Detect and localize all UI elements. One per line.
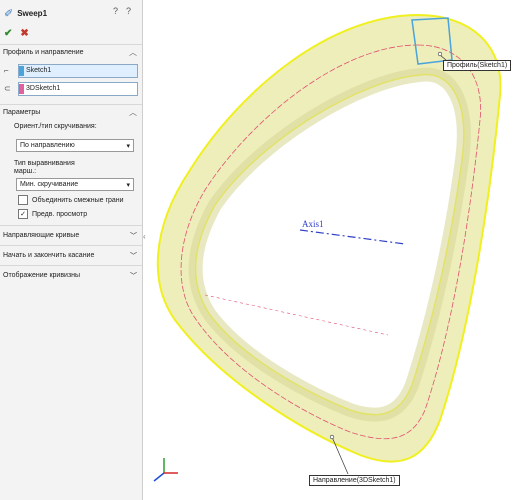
orient-label: Ориент./тип скручивания:: [14, 123, 97, 130]
section-guide-curves[interactable]: Направляющие кривые ﹀: [0, 225, 142, 245]
cancel-button[interactable]: ✖: [20, 28, 28, 39]
path-icon: ⊂: [4, 84, 11, 93]
path-value: 3DSketch1: [26, 85, 61, 92]
orient-value: По направлению: [20, 142, 75, 149]
profile-callout-point: [437, 51, 443, 57]
section-start-end-label: Начать и закончить касание: [3, 252, 95, 259]
action-row: ✔ ✖: [0, 26, 142, 40]
section-curvature-label: Отображение кривизны: [3, 272, 81, 279]
chevron-up-icon: ︿: [129, 108, 137, 117]
path-selection-row: ⊂ 3DSketch1: [4, 81, 138, 96]
orient-dropdown[interactable]: По направлению ▾: [16, 139, 134, 152]
preview-label: Предв. просмотр: [32, 210, 88, 218]
dropdown-arrow-icon: ▾: [126, 142, 130, 150]
align-label-2: марш.:: [14, 168, 37, 175]
merge-faces-checkbox[interactable]: [18, 195, 28, 205]
merge-faces-checkbox-row[interactable]: Объединить смежные грани: [18, 195, 142, 205]
merge-faces-label: Объединить смежные грани: [32, 196, 124, 204]
path-callout[interactable]: Направление(3DSketch1): [309, 475, 400, 486]
path-callout-point: [329, 434, 335, 440]
path-color-swatch: [19, 83, 24, 94]
section-guide-curves-label: Направляющие кривые: [3, 232, 80, 239]
profile-color-swatch: [19, 65, 24, 76]
section-params[interactable]: Параметры ︿: [0, 104, 142, 120]
graphics-viewport[interactable]: Axis1: [144, 0, 524, 500]
preview-checkbox[interactable]: ✓: [18, 209, 28, 219]
chevron-up-icon: ︿: [129, 48, 137, 57]
path-selection-box[interactable]: 3DSketch1: [18, 81, 138, 96]
property-manager: ✐ Sweep1 ? ? ✔ ✖ Профиль и направление ︿…: [0, 0, 143, 500]
detailed-help-icon[interactable]: ?: [113, 6, 118, 16]
section-profile-path-label: Профиль и направление: [3, 49, 84, 56]
section-profile-path[interactable]: Профиль и направление ︿: [0, 44, 142, 60]
preview-checkbox-row[interactable]: ✓ Предв. просмотр: [18, 209, 142, 219]
triad-z-axis: [153, 472, 165, 482]
coordinate-triad: [153, 458, 178, 482]
section-params-label: Параметры: [3, 109, 41, 116]
ok-button[interactable]: ✔: [4, 28, 12, 39]
help-icon[interactable]: ?: [126, 6, 131, 16]
chevron-down-icon: ﹀: [130, 252, 137, 260]
section-curvature-display[interactable]: Отображение кривизны ﹀: [0, 265, 142, 285]
chevron-down-icon: ﹀: [130, 272, 137, 280]
align-value: Мин. скручивание: [20, 181, 79, 188]
section-start-end-tangency[interactable]: Начать и закончить касание ﹀: [0, 245, 142, 265]
feature-title-bar: ✐ Sweep1 ? ?: [0, 0, 142, 26]
profile-icon: ⌐: [4, 66, 9, 75]
align-label-1: Тип выравнивания: [14, 160, 75, 167]
axis-label: Axis1: [302, 219, 324, 229]
profile-callout[interactable]: Профиль(Sketch1): [443, 60, 512, 71]
profile-selection-row: ⌐ Sketch1: [4, 63, 138, 78]
profile-selection-box[interactable]: Sketch1: [18, 63, 138, 78]
feature-title: Sweep1: [17, 8, 48, 18]
sweep-icon: ✐: [4, 7, 14, 20]
dropdown-arrow-icon: ▾: [126, 181, 130, 189]
chevron-down-icon: ﹀: [130, 232, 137, 240]
align-dropdown[interactable]: Мин. скручивание ▾: [16, 178, 134, 191]
profile-value: Sketch1: [26, 67, 52, 74]
